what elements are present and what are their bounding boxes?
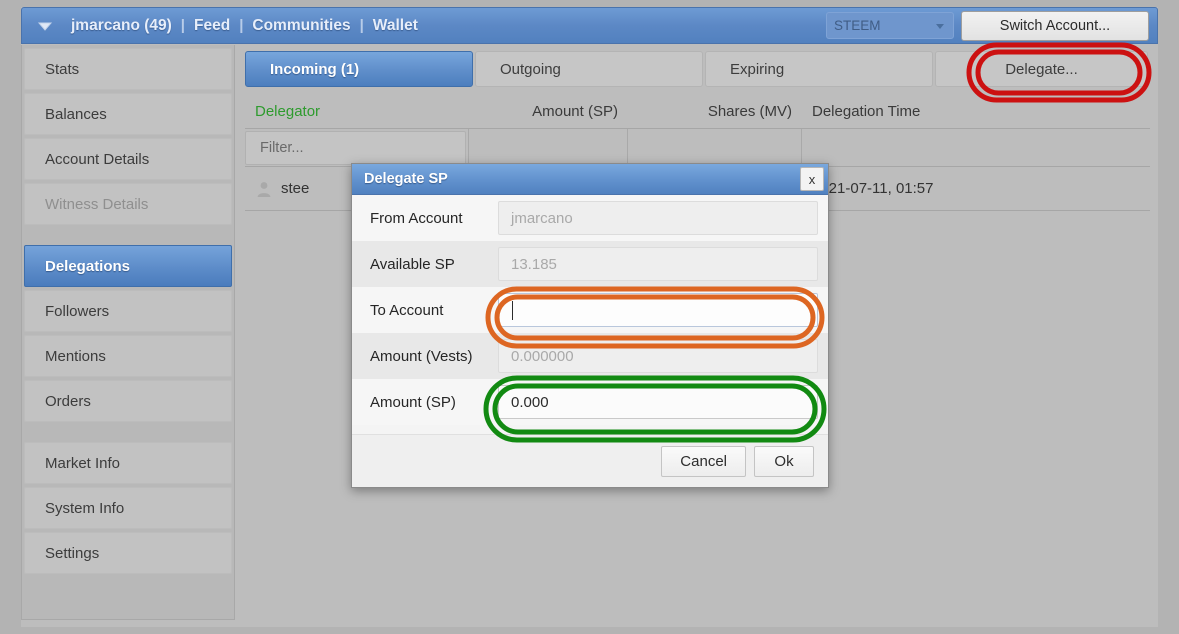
cancel-button[interactable]: Cancel	[661, 445, 746, 477]
sidebar-divider-1	[24, 228, 232, 245]
cell-delegator-text: stee	[281, 180, 310, 197]
label-amount-sp: Amount (SP)	[352, 379, 490, 425]
dialog-body: From Account jmarcano Available SP 13.18…	[352, 195, 828, 425]
label-available-sp: Available SP	[352, 241, 490, 287]
form-row-amount-vests: Amount (Vests) 0.000000	[352, 333, 828, 379]
sidebar-item-stats[interactable]: Stats	[24, 48, 232, 90]
column-header-shares[interactable]: Shares (MV)	[628, 103, 802, 120]
column-header-amount[interactable]: Amount (SP)	[469, 103, 628, 120]
sidebar-item-delegations[interactable]: Delegations	[24, 245, 232, 287]
field-wrap-available-sp: 13.185	[490, 241, 828, 287]
field-wrap-amount-sp: 0.000	[490, 379, 828, 425]
column-header-delegator[interactable]: Delegator	[245, 103, 469, 120]
sidebar-divider-2	[24, 425, 232, 442]
top-navbar: jmarcano (49) | Feed | Communities | Wal…	[21, 7, 1158, 44]
tab-bar: Incoming (1) Outgoing Expiring Delegate.…	[237, 51, 1158, 87]
sidebar: Stats Balances Account Details Witness D…	[21, 45, 235, 620]
filter-input[interactable]: Filter...	[245, 130, 466, 165]
navbar-separator-1: |	[180, 17, 185, 34]
caret-down-icon[interactable]	[34, 15, 56, 37]
tab-outgoing[interactable]: Outgoing	[475, 51, 703, 87]
chain-select[interactable]: STEEM	[826, 12, 954, 39]
dialog-footer: Cancel Ok	[352, 434, 828, 487]
label-amount-vests: Amount (Vests)	[352, 333, 490, 379]
amount-vests-input: 0.000000	[498, 339, 818, 373]
navbar-link-wallet[interactable]: Wallet	[364, 17, 427, 35]
sidebar-item-market-info[interactable]: Market Info	[24, 442, 232, 484]
sidebar-item-account-details[interactable]: Account Details	[24, 138, 232, 180]
sidebar-item-settings[interactable]: Settings	[24, 532, 232, 574]
field-wrap-to-account	[490, 287, 828, 333]
ok-button[interactable]: Ok	[754, 445, 814, 477]
sidebar-item-mentions[interactable]: Mentions	[24, 335, 232, 377]
delegate-button[interactable]: Delegate...	[935, 51, 1148, 87]
label-from-account: From Account	[352, 195, 490, 241]
from-account-input: jmarcano	[498, 201, 818, 235]
switch-account-button[interactable]: Switch Account...	[961, 10, 1149, 41]
filter-cell-delegation-time[interactable]	[802, 129, 1142, 167]
screen: jmarcano (49) | Feed | Communities | Wal…	[0, 0, 1179, 634]
delegate-sp-dialog: Delegate SP x From Account jmarcano Avai…	[351, 163, 829, 488]
text-cursor	[512, 300, 513, 320]
column-header-delegation-time[interactable]: Delegation Time	[802, 103, 1142, 120]
filter-cell-shares[interactable]	[628, 128, 802, 167]
label-to-account: To Account	[352, 287, 490, 333]
tab-incoming[interactable]: Incoming (1)	[245, 51, 473, 87]
form-row-available-sp: Available SP 13.185	[352, 241, 828, 287]
filter-cell-amount[interactable]	[469, 128, 628, 167]
sidebar-item-witness-details: Witness Details	[24, 183, 232, 225]
navbar-separator-2: |	[239, 17, 244, 34]
navbar-link-feed[interactable]: Feed	[185, 17, 239, 35]
form-row-amount-sp: Amount (SP) 0.000	[352, 379, 828, 425]
available-sp-input: 13.185	[498, 247, 818, 281]
chevron-down-icon	[936, 23, 944, 29]
sidebar-item-followers[interactable]: Followers	[24, 290, 232, 332]
tab-expiring[interactable]: Expiring	[705, 51, 933, 87]
amount-sp-input[interactable]: 0.000	[498, 385, 818, 419]
cell-delegation-time: 2021-07-11, 01:57	[812, 180, 934, 197]
to-account-input[interactable]	[498, 293, 818, 327]
dialog-title: Delegate SP	[364, 171, 448, 187]
navbar-account-name[interactable]: jmarcano (49)	[62, 17, 181, 35]
user-avatar-icon	[255, 180, 273, 198]
sidebar-item-orders[interactable]: Orders	[24, 380, 232, 422]
table-header-row: Delegator Amount (SP) Shares (MV) Delega…	[245, 95, 1150, 129]
close-icon[interactable]: x	[800, 167, 824, 191]
navbar-separator-3: |	[359, 17, 364, 34]
dialog-title-bar: Delegate SP x	[352, 164, 828, 195]
navbar-left-group: jmarcano (49) | Feed | Communities | Wal…	[28, 15, 826, 37]
navbar-right-group: STEEM Switch Account...	[826, 10, 1151, 41]
table-filter-row: Filter...	[245, 128, 1150, 167]
sidebar-item-system-info[interactable]: System Info	[24, 487, 232, 529]
field-wrap-amount-vests: 0.000000	[490, 333, 828, 379]
sidebar-item-balances[interactable]: Balances	[24, 93, 232, 135]
form-row-to-account: To Account	[352, 287, 828, 333]
field-wrap-from-account: jmarcano	[490, 195, 828, 241]
chain-select-value: STEEM	[834, 18, 881, 33]
form-row-from-account: From Account jmarcano	[352, 195, 828, 241]
filter-cell-delegator: Filter...	[245, 128, 469, 167]
navbar-link-communities[interactable]: Communities	[243, 17, 359, 35]
